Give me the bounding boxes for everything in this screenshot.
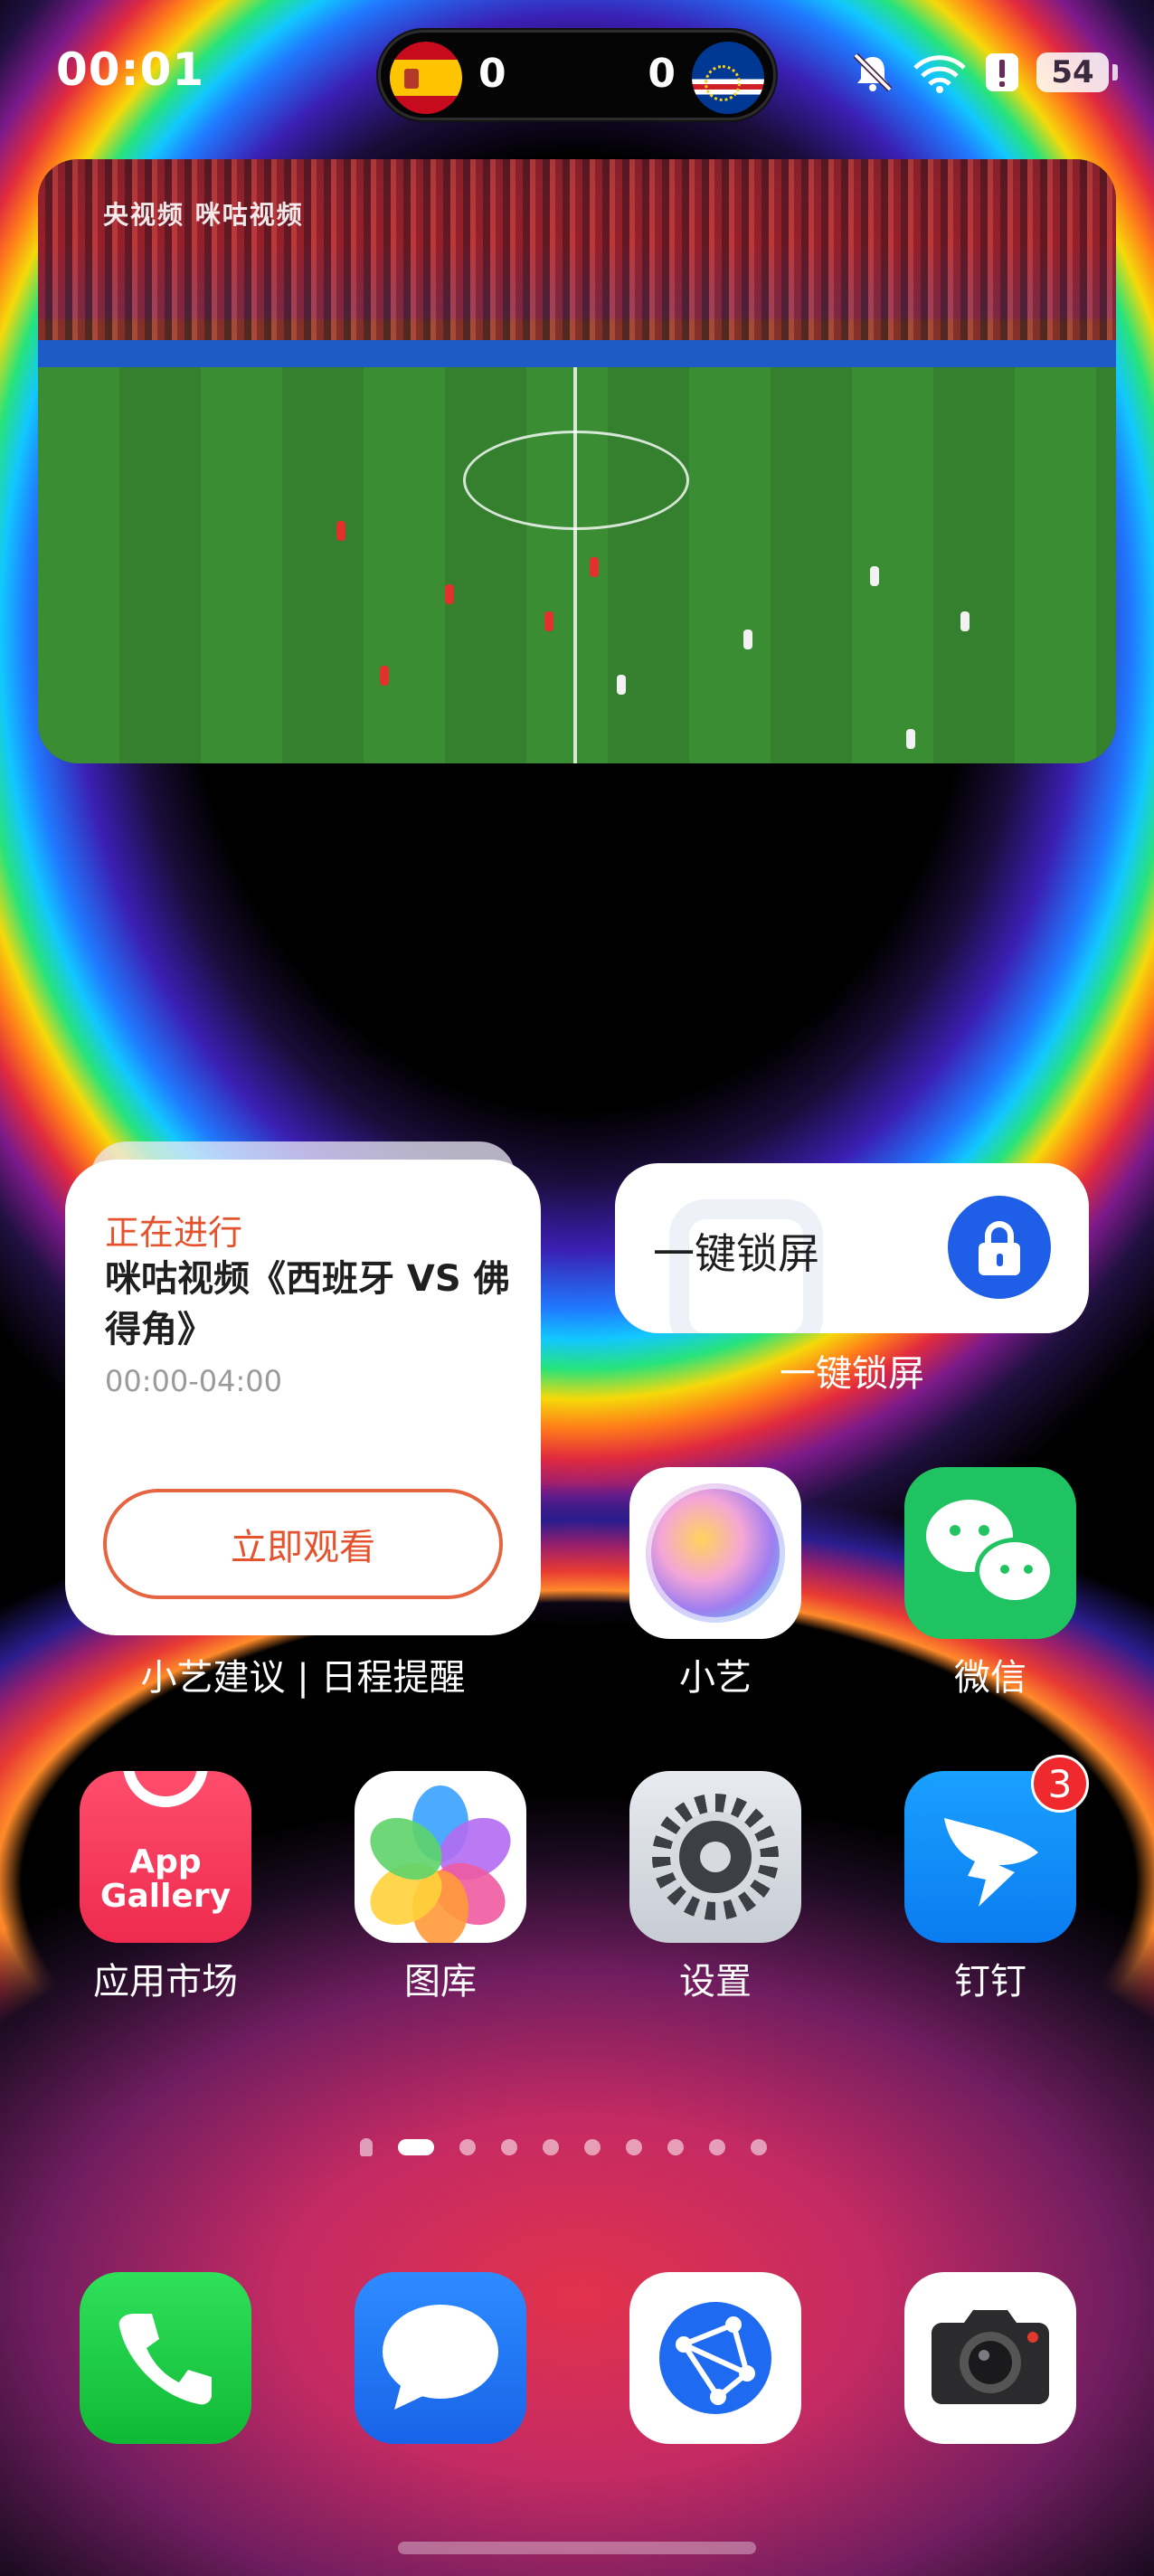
settings-app-icon[interactable] <box>629 1771 801 1943</box>
page-dot-active <box>398 2139 434 2155</box>
halfway-line <box>573 367 577 763</box>
player <box>906 729 915 749</box>
lock-widget-caption: 一键锁屏 <box>780 1353 924 1395</box>
appgallery-app-icon[interactable]: App Gallery <box>80 1771 251 1943</box>
bell-off-icon <box>853 52 893 92</box>
live-video-widget[interactable]: 央视频 咪咕视频 <box>38 159 1116 763</box>
player <box>960 611 970 631</box>
player <box>590 557 599 577</box>
appgallery-icon-text: App Gallery <box>99 1843 232 1915</box>
page-dot <box>626 2139 642 2155</box>
football-pitch <box>38 367 1116 763</box>
battery-level: 54 <box>1036 52 1109 92</box>
lightbulb-icon <box>360 2138 373 2156</box>
player <box>336 521 345 541</box>
phone-icon[interactable] <box>80 2272 251 2444</box>
cape-verde-flag-icon <box>692 42 764 114</box>
event-title: 咪咕视频《西班牙 VS 佛得角》 <box>105 1258 510 1350</box>
schedule-reminder-widget[interactable]: 正在进行 咪咕视频《西班牙 VS 佛得角》 00:00-04:00 立即观看 <box>65 1160 541 1635</box>
player <box>870 566 879 586</box>
page-dot <box>751 2139 767 2155</box>
status-icons: 54 <box>850 47 1118 98</box>
page-indicator[interactable] <box>360 2136 767 2158</box>
broadcast-watermark: 央视频 咪咕视频 <box>103 200 304 230</box>
dingtalk-wing-icon <box>944 1818 1038 1907</box>
spain-flag-icon <box>390 42 462 114</box>
stadium-crowd-top <box>38 159 1116 340</box>
page-dot <box>459 2139 476 2155</box>
event-time: 00:00-04:00 <box>105 1364 282 1398</box>
lock-icon[interactable] <box>948 1196 1051 1299</box>
away-score: 0 <box>648 51 676 97</box>
live-score-capsule[interactable]: 0 0 <box>378 30 776 120</box>
page-dot <box>667 2139 684 2155</box>
home-indicator[interactable] <box>398 2542 756 2554</box>
browser-icon[interactable] <box>629 2272 801 2444</box>
schedule-widget-caption: 小艺建议 | 日程提醒 <box>140 1657 466 1699</box>
one-tap-lock-widget[interactable]: 一键锁屏 <box>615 1163 1089 1333</box>
player <box>544 611 553 631</box>
player <box>617 675 626 695</box>
gallery-app-icon[interactable] <box>355 1771 526 1943</box>
camera-icon[interactable] <box>904 2272 1076 2444</box>
notification-badge: 3 <box>1031 1755 1089 1813</box>
wifi-icon <box>913 55 966 93</box>
battery-cap <box>1112 64 1118 80</box>
appgallery-label: 应用市场 <box>93 1961 238 2003</box>
player <box>445 584 454 604</box>
watch-now-button[interactable]: 立即观看 <box>103 1489 503 1599</box>
status-time: 00:01 <box>56 43 205 96</box>
page-dot <box>709 2139 725 2155</box>
wechat-label: 微信 <box>954 1657 1026 1699</box>
wechat-app-icon[interactable] <box>904 1467 1076 1639</box>
alert-icon <box>986 53 1018 91</box>
dingtalk-label: 钉钉 <box>954 1961 1026 2003</box>
home-score: 0 <box>478 51 506 97</box>
messages-icon[interactable] <box>355 2272 526 2444</box>
xiaoyi-label: 小艺 <box>679 1657 752 1699</box>
settings-label: 设置 <box>679 1961 752 2003</box>
player <box>380 666 389 686</box>
battery-indicator: 54 <box>1036 52 1118 92</box>
lock-widget-label: 一键锁屏 <box>653 1229 819 1278</box>
xiaoyi-app-icon[interactable] <box>629 1467 801 1639</box>
advertising-boards <box>38 340 1116 367</box>
center-circle <box>463 431 689 530</box>
page-dot <box>584 2139 601 2155</box>
player <box>743 630 752 649</box>
page-dot <box>543 2139 559 2155</box>
gallery-label: 图库 <box>404 1961 477 2003</box>
event-status: 正在进行 <box>105 1213 243 1253</box>
page-dot <box>501 2139 517 2155</box>
